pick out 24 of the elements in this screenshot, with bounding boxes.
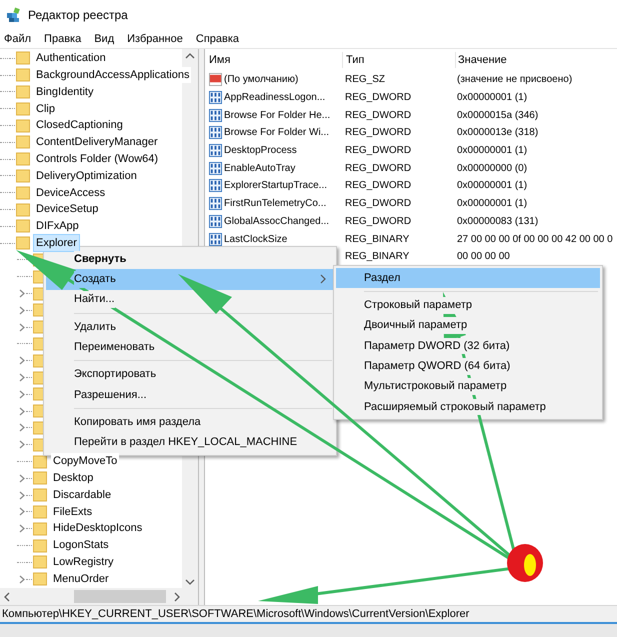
value-type: REG_DWORD: [344, 214, 412, 229]
value-data: 0x0000015a (346): [456, 108, 538, 123]
window-title: Редактор реестра: [28, 7, 128, 24]
value-data: 0x00000001 (1): [456, 144, 528, 158]
value-type: REG_DWORD: [344, 108, 412, 123]
status-bar: Компьютер\HKEY_CURRENT_USER\SOFTWARE\Microsoft\Windows\CurrentVersion\Explorer: [0, 605, 617, 622]
value-data: (значение не присвоено): [456, 73, 572, 88]
value-type: REG_DWORD: [344, 91, 412, 106]
value-data: 0x00000001 (1): [456, 179, 528, 194]
value-type: REG_BINARY: [344, 232, 410, 247]
value-data: 0x00000000 (0): [456, 162, 528, 176]
value-data: 0x00000001 (1): [456, 197, 528, 212]
value-type: REG_DWORD: [344, 144, 412, 158]
value-type: REG_DWORD: [344, 197, 412, 212]
value-type: REG_DWORD: [344, 162, 412, 176]
value-type: REG_BINARY: [344, 250, 410, 264]
value-data: 0x00000083 (131): [456, 214, 538, 229]
value-data: 0x00000001 (1): [456, 91, 528, 106]
value-data: 0x0000013e (318): [456, 126, 538, 140]
value-data: 27 00 00 00 0f 00 00 00 42 00 00 0: [456, 232, 613, 247]
value-type: REG_SZ: [344, 73, 386, 88]
value-type: REG_DWORD: [344, 126, 412, 140]
value-type: REG_DWORD: [344, 179, 412, 194]
value-data: 00 00 00 00: [456, 250, 510, 264]
